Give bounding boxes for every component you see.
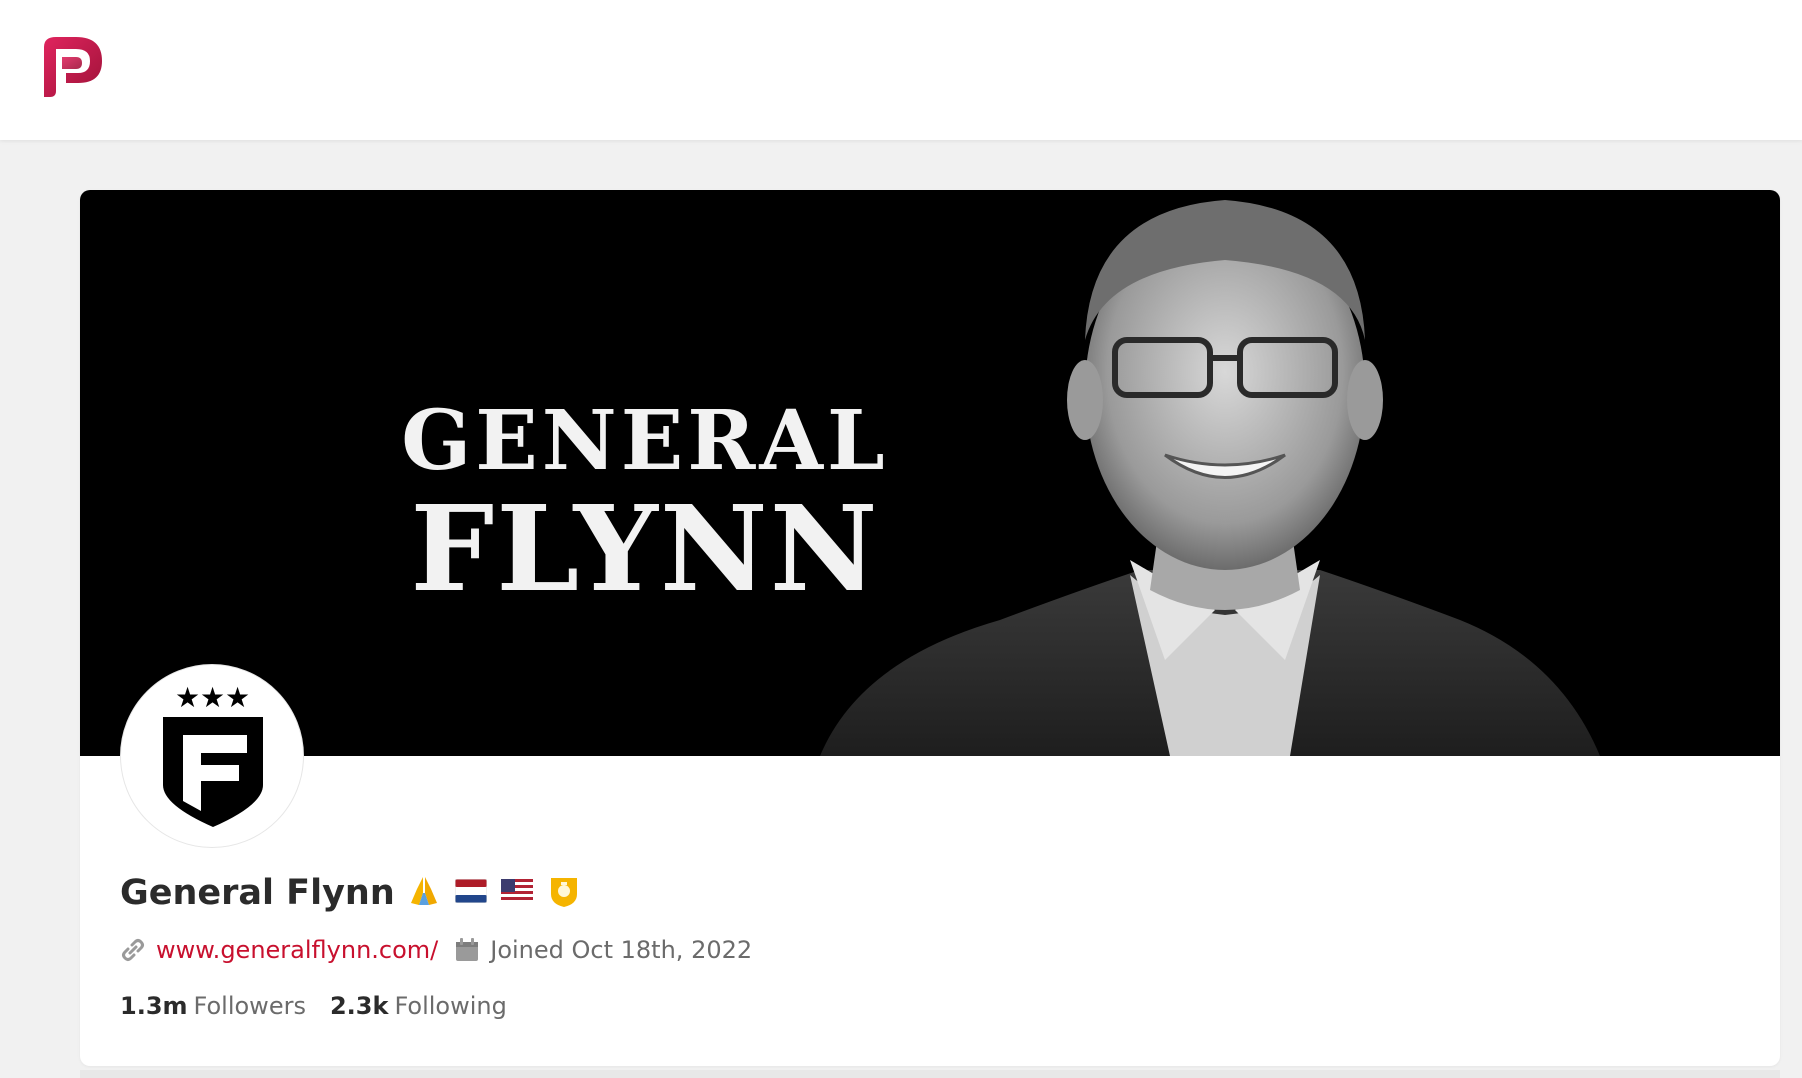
top-navigation-bar — [0, 0, 1802, 140]
profile-banner: GENERAL FLYNN — [80, 190, 1780, 756]
following-count: 2.3k — [329, 992, 389, 1020]
flynn-shield-logo-icon: ★ ★ ★ — [163, 681, 263, 827]
verified-badge-icon[interactable] — [547, 874, 581, 912]
svg-text:★: ★ — [175, 681, 200, 714]
profile-website-link[interactable]: www.generalflynn.com/ — [156, 936, 438, 964]
profile-name-row: General Flynn — [120, 868, 595, 918]
link-icon — [122, 939, 144, 961]
followers-stat[interactable]: 1.3m Followers — [120, 992, 306, 1020]
profile-stats-row: 1.3m Followers 2.3k Following — [120, 986, 531, 1026]
netherlands-flag-icon — [454, 878, 488, 907]
praying-hands-emoji — [407, 875, 441, 911]
profile-card: GENERAL FLYNN ★ ★ ★ General Flynn www.ge… — [80, 190, 1780, 1066]
svg-text:★: ★ — [225, 681, 250, 714]
followers-label: Followers — [193, 992, 306, 1020]
parler-logo-icon[interactable] — [38, 33, 106, 101]
next-card-edge — [80, 1070, 1780, 1078]
profile-joined-date: Joined Oct 18th, 2022 — [490, 936, 753, 964]
calendar-icon — [456, 938, 479, 961]
profile-avatar[interactable]: ★ ★ ★ — [120, 664, 304, 848]
svg-text:★: ★ — [200, 681, 225, 714]
followers-count: 1.3m — [120, 992, 188, 1020]
profile-meta-row: www.generalflynn.com/ Joined Oct 18th, 2… — [120, 930, 752, 970]
profile-display-name: General Flynn — [120, 873, 395, 913]
usa-flag-icon — [500, 879, 533, 907]
following-label: Following — [394, 992, 507, 1020]
following-stat[interactable]: 2.3k Following — [330, 992, 507, 1020]
banner-portrait-photo — [820, 200, 1600, 756]
